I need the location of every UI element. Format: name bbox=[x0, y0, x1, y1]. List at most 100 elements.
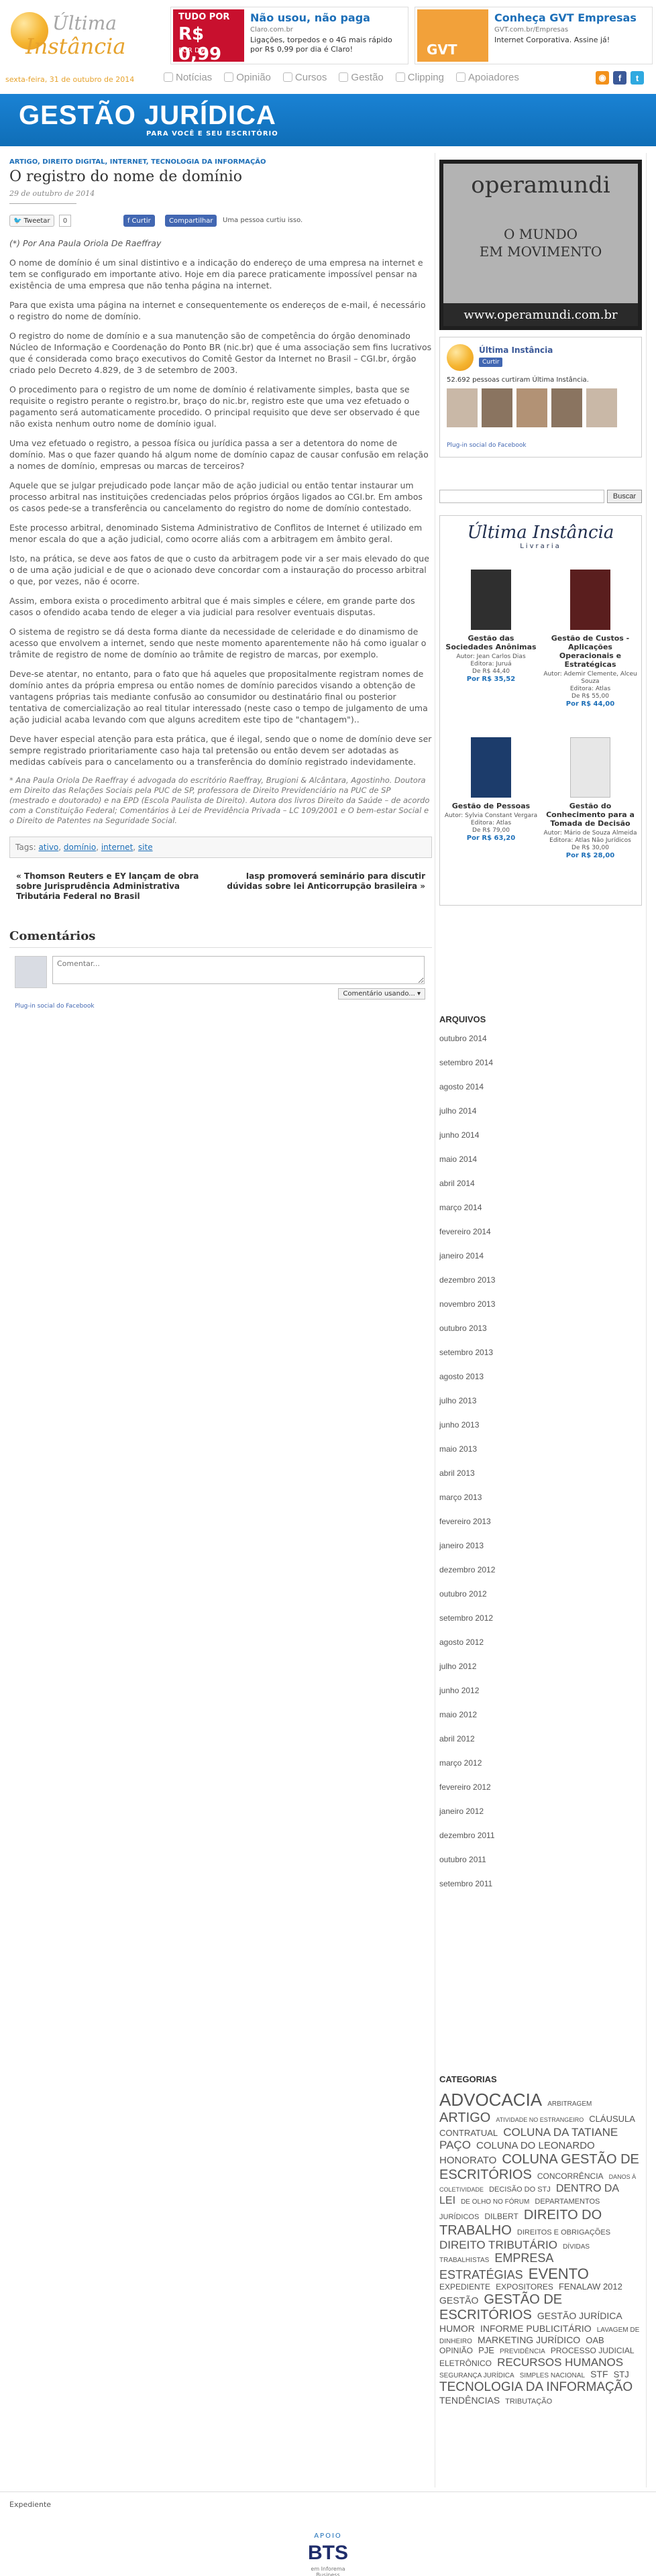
site-logo[interactable]: Última Instância bbox=[5, 5, 160, 72]
category-link[interactable]: EXPEDIENTE bbox=[439, 2282, 490, 2292]
category-link[interactable]: ARTIGO bbox=[439, 2110, 490, 2125]
ad-opera-mundi[interactable]: operamundi O MUNDO EM MOVIMENTO www.oper… bbox=[439, 160, 642, 330]
book-item[interactable]: Gestão das Sociedades Anônimas Autor: Je… bbox=[444, 570, 538, 683]
book-item[interactable]: Gestão de Pessoas Autor: Sylvia Constant… bbox=[444, 737, 538, 842]
archive-link[interactable]: agosto 2014 bbox=[439, 1081, 642, 1106]
bookstore-logo[interactable]: Última Instância Livraria bbox=[440, 523, 641, 550]
category-link[interactable]: INFORME PUBLICITÁRIO bbox=[480, 2323, 592, 2334]
archive-link[interactable]: janeiro 2012 bbox=[439, 1806, 642, 1830]
category-link[interactable]: TENDÊNCIAS bbox=[439, 2395, 500, 2406]
archive-link[interactable]: setembro 2014 bbox=[439, 1057, 642, 1081]
search-button[interactable]: Buscar bbox=[607, 490, 642, 503]
previous-post-link[interactable]: « Thomson Reuters e EY lançam de obra so… bbox=[16, 871, 211, 902]
archive-link[interactable]: setembro 2012 bbox=[439, 1613, 642, 1637]
archive-link[interactable]: julho 2014 bbox=[439, 1106, 642, 1130]
archive-link[interactable]: junho 2012 bbox=[439, 1685, 642, 1709]
fan-avatar[interactable] bbox=[516, 388, 547, 427]
category-link[interactable]: CONCORRÊNCIA bbox=[537, 2171, 604, 2181]
book-title[interactable]: Gestão das Sociedades Anônimas bbox=[444, 634, 538, 651]
nav-clipping[interactable]: Clipping bbox=[395, 68, 444, 86]
page-like-button[interactable]: Curtir bbox=[479, 358, 503, 367]
category-link[interactable]: EVENTO bbox=[529, 2265, 589, 2282]
ad-claro-url[interactable]: Claro.com.br bbox=[250, 26, 293, 34]
archive-link[interactable]: abril 2014 bbox=[439, 1178, 642, 1202]
archive-link[interactable]: fevereiro 2012 bbox=[439, 1782, 642, 1806]
category-link[interactable]: STF bbox=[590, 2369, 608, 2379]
tag-link[interactable]: site bbox=[138, 843, 153, 852]
archive-link[interactable]: outubro 2012 bbox=[439, 1589, 642, 1613]
post-categories[interactable]: ARTIGO, DIREITO DIGITAL, INTERNET, TECNO… bbox=[9, 158, 432, 166]
category-link[interactable]: ESTRATÉGIAS bbox=[439, 2268, 523, 2282]
category-link[interactable]: SEGURANÇA JURÍDICA bbox=[439, 2372, 514, 2379]
tag-link[interactable]: domínio bbox=[64, 843, 96, 852]
rss-icon[interactable]: ◉ bbox=[596, 71, 609, 85]
category-link[interactable]: MARKETING JURÍDICO bbox=[478, 2334, 580, 2345]
category-link[interactable]: RECURSOS HUMANOS bbox=[497, 2356, 623, 2369]
nav-opiniao[interactable]: Opinião bbox=[224, 68, 271, 86]
twitter-icon[interactable]: t bbox=[631, 71, 644, 85]
category-link[interactable]: ADVOCACIA bbox=[439, 2090, 542, 2110]
archive-link[interactable]: fevereiro 2013 bbox=[439, 1516, 642, 1540]
archive-link[interactable]: outubro 2014 bbox=[439, 1033, 642, 1057]
archive-link[interactable]: fevereiro 2014 bbox=[439, 1226, 642, 1250]
category-link[interactable]: EXPOSITORES bbox=[496, 2282, 553, 2292]
book-title[interactable]: Gestão do Conhecimento para a Tomada de … bbox=[543, 802, 637, 828]
ad-gvt-url[interactable]: GVT.com.br/Empresas bbox=[494, 26, 568, 34]
ad-gvt-title[interactable]: Conheça GVT Empresas bbox=[494, 11, 637, 24]
page-avatar[interactable] bbox=[447, 344, 474, 371]
nav-noticias[interactable]: Notícias bbox=[164, 68, 212, 86]
archive-link[interactable]: outubro 2011 bbox=[439, 1854, 642, 1878]
category-link[interactable]: HUMOR bbox=[439, 2323, 475, 2334]
archive-link[interactable]: setembro 2013 bbox=[439, 1347, 642, 1371]
search-input[interactable] bbox=[439, 490, 604, 503]
archive-link[interactable]: março 2014 bbox=[439, 1202, 642, 1226]
page-name-link[interactable]: Última Instância bbox=[479, 345, 553, 355]
archive-link[interactable]: janeiro 2014 bbox=[439, 1250, 642, 1275]
ad-claro-image[interactable]: TUDO POR R$ 0,99 POR DIA bbox=[173, 9, 244, 64]
sponsor-logo[interactable]: BTS bbox=[298, 2542, 358, 2565]
archive-link[interactable]: junho 2013 bbox=[439, 1419, 642, 1444]
comment-as-dropdown[interactable]: Comentário usando... ▾ bbox=[338, 988, 425, 1000]
category-link[interactable]: DILBERT bbox=[484, 2212, 518, 2221]
archive-link[interactable]: outubro 2013 bbox=[439, 1323, 642, 1347]
category-link[interactable]: GESTÃO bbox=[439, 2295, 478, 2306]
fb-like-button[interactable]: f Curtir bbox=[123, 215, 155, 227]
category-link[interactable]: ATIVIDADE NO ESTRANGEIRO bbox=[496, 2116, 584, 2123]
tag-link[interactable]: ativo bbox=[38, 843, 58, 852]
archive-link[interactable]: julho 2013 bbox=[439, 1395, 642, 1419]
book-cover[interactable] bbox=[471, 570, 511, 630]
category-link[interactable]: DIREITOS E OBRIGAÇÕES bbox=[517, 2229, 610, 2237]
archive-link[interactable]: maio 2013 bbox=[439, 1444, 642, 1468]
fan-avatar[interactable] bbox=[482, 388, 512, 427]
next-post-link[interactable]: Iasp promoverá seminário para discutir d… bbox=[224, 871, 425, 892]
fan-avatar[interactable] bbox=[551, 388, 582, 427]
archive-link[interactable]: dezembro 2012 bbox=[439, 1564, 642, 1589]
archive-link[interactable]: abril 2013 bbox=[439, 1468, 642, 1492]
archive-link[interactable]: março 2013 bbox=[439, 1492, 642, 1516]
category-link[interactable]: OAB bbox=[586, 2335, 604, 2345]
category-link[interactable]: DE OLHO NO FÓRUM bbox=[461, 2198, 529, 2206]
fan-avatar[interactable] bbox=[447, 388, 478, 427]
archive-link[interactable]: agosto 2012 bbox=[439, 1637, 642, 1661]
archive-link[interactable]: julho 2012 bbox=[439, 1661, 642, 1685]
archive-link[interactable]: novembro 2013 bbox=[439, 1299, 642, 1323]
tweet-button[interactable]: 🐦 Tweetar bbox=[9, 215, 54, 227]
archive-link[interactable]: março 2012 bbox=[439, 1758, 642, 1782]
book-cover[interactable] bbox=[570, 570, 610, 630]
archive-link[interactable]: setembro 2011 bbox=[439, 1878, 642, 1902]
archive-link[interactable]: abril 2012 bbox=[439, 1733, 642, 1758]
book-item[interactable]: Gestão do Conhecimento para a Tomada de … bbox=[543, 737, 637, 859]
category-link[interactable]: DECISÃO DO STJ bbox=[489, 2186, 551, 2194]
archive-link[interactable]: agosto 2013 bbox=[439, 1371, 642, 1395]
fb-plugin-link[interactable]: Plug-in social do Facebook bbox=[447, 442, 527, 449]
archive-link[interactable]: dezembro 2013 bbox=[439, 1275, 642, 1299]
fan-avatar[interactable] bbox=[586, 388, 617, 427]
category-link[interactable]: SIMPLES NACIONAL bbox=[520, 2372, 585, 2379]
nav-cursos[interactable]: Cursos bbox=[282, 68, 327, 86]
comment-input[interactable] bbox=[52, 956, 425, 984]
ad-gvt-image[interactable]: GVT bbox=[417, 9, 488, 62]
archive-link[interactable]: maio 2012 bbox=[439, 1709, 642, 1733]
book-cover[interactable] bbox=[570, 737, 610, 798]
category-link[interactable]: FENALAW 2012 bbox=[559, 2282, 622, 2292]
section-banner[interactable]: GESTÃO JURÍDICA PARA VOCÊ E SEU ESCRITÓR… bbox=[0, 94, 656, 146]
